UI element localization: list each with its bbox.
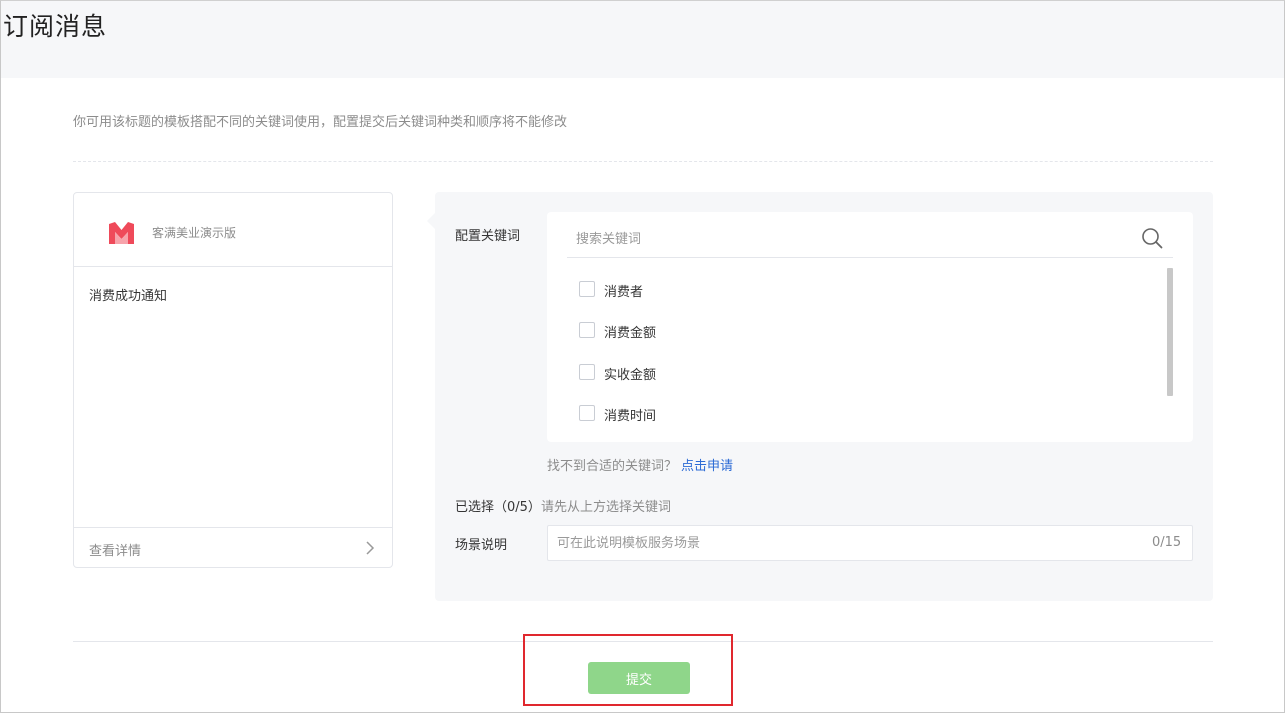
- keyword-list-scrollbar[interactable]: [1167, 268, 1173, 396]
- view-detail-row[interactable]: 查看详情: [74, 527, 392, 567]
- keyword-selector: 消费者 消费金额 实收金额 消费时间: [547, 212, 1193, 442]
- selected-keywords: 已选择（0/5）请先从上方选择关键词: [455, 496, 671, 515]
- chevron-right-icon: [366, 541, 375, 555]
- keyword-checkbox[interactable]: [579, 405, 595, 421]
- scene-char-counter: 0/15: [1152, 535, 1182, 550]
- selected-count: 已选择（0/5）: [455, 500, 541, 515]
- config-tip: 你可用该标题的模板搭配不同的关键词使用，配置提交后关键词种类和顺序将不能修改: [73, 115, 568, 130]
- keyword-label: 实收金额: [604, 368, 657, 383]
- scene-label: 场景说明: [455, 538, 508, 553]
- keyword-label: 消费金额: [604, 326, 657, 341]
- selected-hint: 请先从上方选择关键词: [540, 500, 671, 515]
- scene-description-input[interactable]: [547, 525, 1193, 561]
- preview-header: 客满美业演示版: [74, 193, 392, 267]
- divider: [73, 161, 1213, 162]
- not-found-text: 找不到合适的关键词？: [547, 459, 678, 474]
- apply-keyword-link[interactable]: 点击申请: [681, 459, 733, 474]
- brand-logo-icon: [109, 222, 134, 244]
- keyword-search-input[interactable]: [567, 222, 1173, 258]
- view-detail-label: 查看详情: [89, 544, 142, 559]
- template-preview: 客满美业演示版 消费成功通知 查看详情: [73, 192, 393, 568]
- message-title: 消费成功通知: [89, 289, 168, 304]
- page-title: 订阅消息: [3, 12, 108, 41]
- annotation-highlight-box: [523, 634, 733, 706]
- keywords-label: 配置关键词: [455, 229, 521, 244]
- keyword-checkbox[interactable]: [579, 364, 595, 380]
- keyword-not-found-hint: 找不到合适的关键词？ 点击申请: [547, 455, 733, 474]
- keyword-checkbox[interactable]: [579, 281, 595, 297]
- keyword-label: 消费时间: [604, 409, 657, 424]
- page-header: 订阅消息: [1, 1, 1284, 78]
- keyword-label: 消费者: [604, 285, 644, 300]
- search-icon[interactable]: [1141, 227, 1163, 249]
- brand-name: 客满美业演示版: [152, 226, 237, 240]
- keyword-checkbox[interactable]: [579, 322, 595, 338]
